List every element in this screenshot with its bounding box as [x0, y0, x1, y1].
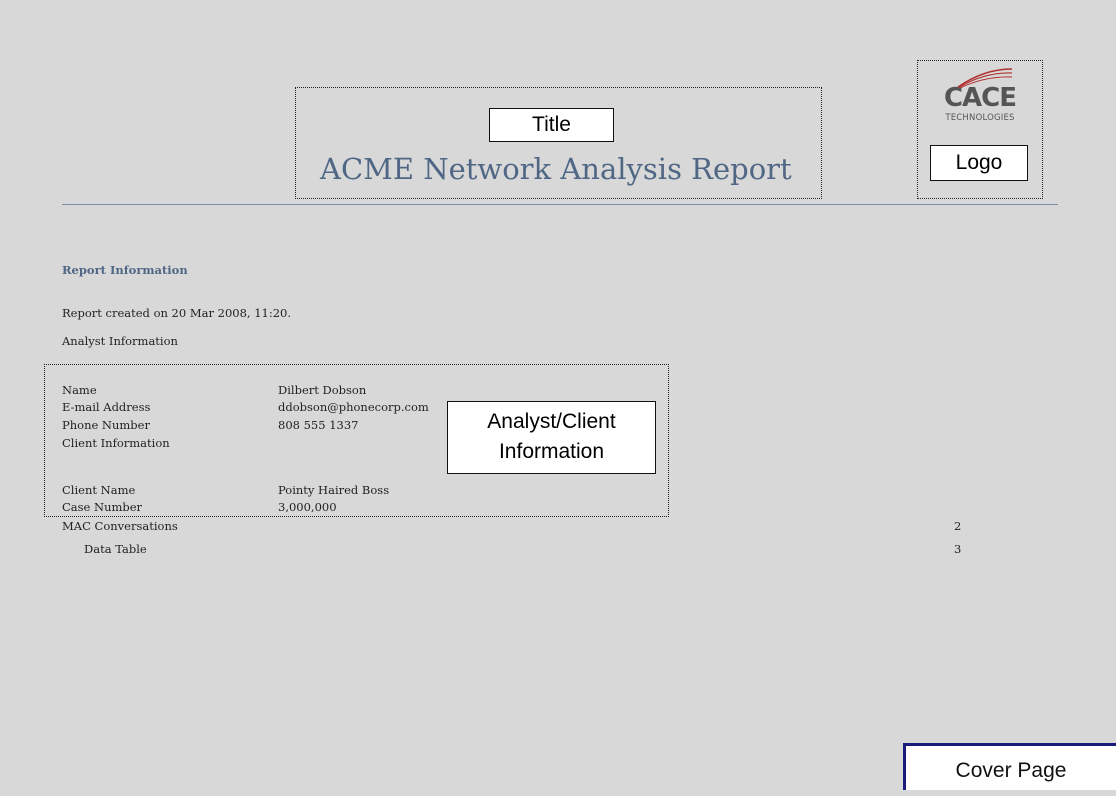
logo-subtitle: TECHNOLOGIES: [945, 113, 1015, 123]
name-label: Name: [62, 383, 97, 397]
case-number-value: 3,000,000: [278, 500, 337, 514]
email-label: E-mail Address: [62, 400, 151, 414]
callout-line-2: Information: [498, 440, 605, 463]
case-number-label: Case Number: [62, 500, 143, 514]
email-value: ddobson@phonecorp.com: [278, 400, 429, 414]
report-info-heading: Report Information: [62, 263, 188, 277]
callout-line-1: Analyst/Client: [487, 410, 616, 433]
phone-value: 808 555 1337: [278, 418, 359, 432]
cover-page-tab[interactable]: Cover Page: [903, 743, 1116, 790]
report-title: ACME Network Analysis Report: [320, 152, 792, 186]
toc-entry-data-table[interactable]: Data Table: [84, 542, 147, 556]
title-callout: Title: [489, 108, 614, 142]
analyst-client-callout: Analyst/Client Information: [447, 401, 656, 474]
logo-region: CACE TECHNOLOGIES Logo: [917, 60, 1043, 199]
toc-entry-mac-conversations[interactable]: MAC Conversations: [62, 519, 178, 533]
title-region: Title ACME Network Analysis Report: [295, 87, 822, 199]
analyst-info-heading: Analyst Information: [62, 334, 178, 348]
client-name-value: Pointy Haired Boss: [278, 483, 390, 497]
toc-page-mac-conversations: 2: [954, 519, 962, 533]
report-created-text: Report created on 20 Mar 2008, 11:20.: [62, 306, 292, 320]
logo-callout: Logo: [930, 145, 1028, 181]
analyst-client-region: Name Dilbert Dobson E-mail Address ddobs…: [44, 364, 669, 517]
logo-brand: CACE: [943, 83, 1017, 113]
client-name-label: Client Name: [62, 483, 136, 497]
header-divider: [62, 204, 1058, 205]
client-info-label: Client Information: [62, 436, 170, 450]
toc-page-data-table: 3: [954, 542, 962, 556]
phone-label: Phone Number: [62, 418, 150, 432]
name-value: Dilbert Dobson: [278, 383, 367, 397]
